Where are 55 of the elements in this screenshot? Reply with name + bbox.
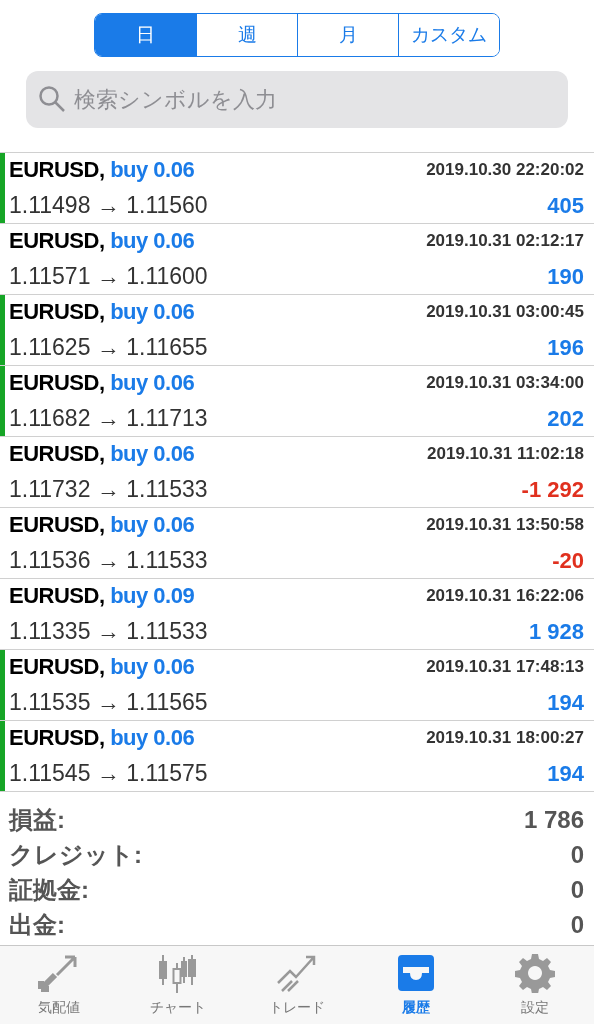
deal-time: 2019.10.31 13:50:58 — [426, 514, 584, 536]
deal-prices: 1.11535 → 1.11565 — [9, 688, 208, 718]
deal-profit: 194 — [547, 689, 584, 717]
deal-prices: 1.11335 → 1.11533 — [9, 617, 208, 647]
deal-profit: 194 — [547, 760, 584, 788]
deal-title: EURUSD, buy 0.06 — [9, 298, 195, 327]
deal-title: EURUSD, buy 0.06 — [9, 653, 195, 682]
deal-profit: 190 — [547, 263, 584, 291]
deal-prices: 1.11571 → 1.11600 — [9, 262, 208, 292]
deal-time: 2019.10.31 03:00:45 — [426, 301, 584, 323]
summary-label: 証拠金: — [9, 874, 89, 905]
period-tab[interactable]: カスタム — [398, 14, 499, 56]
deal-title: EURUSD, buy 0.06 — [9, 227, 195, 256]
summary-label: 損益: — [9, 804, 65, 835]
tab-bar-item[interactable]: チャート — [118, 946, 238, 1024]
deal-profit: 196 — [547, 334, 584, 362]
deal-title: EURUSD, buy 0.06 — [9, 511, 195, 540]
deal-title: EURUSD, buy 0.06 — [9, 369, 195, 398]
deal-time: 2019.10.31 03:34:00 — [426, 372, 584, 394]
summary-value: 1 786 — [523, 804, 584, 835]
deal-time: 2019.10.31 17:48:13 — [426, 656, 584, 678]
period-tab[interactable]: 日 — [95, 14, 196, 56]
deal-profit: 405 — [547, 192, 584, 220]
deal-prices: 1.11625 → 1.11655 — [9, 333, 208, 363]
deal-title: EURUSD, buy 0.06 — [9, 724, 195, 753]
search-icon — [38, 85, 66, 113]
tab-bar-item[interactable]: 気配値 — [0, 946, 119, 1024]
deal-prices: 1.11498 → 1.11560 — [9, 191, 208, 221]
deal-profit: 202 — [547, 405, 584, 433]
tab-bar-item[interactable]: 履歴 — [356, 946, 476, 1024]
settings-icon — [514, 952, 555, 993]
deal-time: 2019.10.31 16:22:06 — [426, 585, 584, 607]
deal-time: 2019.10.31 02:12:17 — [426, 230, 584, 252]
tab-bar-item[interactable]: 設定 — [475, 946, 594, 1024]
deal-profit: -1 292 — [521, 476, 584, 504]
deal-title: EURUSD, buy 0.06 — [9, 440, 195, 469]
deal-prices: 1.11545 → 1.11575 — [9, 759, 208, 789]
summary-label: 出金: — [9, 909, 65, 940]
inbox-tray-icon — [395, 952, 436, 993]
summary-value: 0 — [570, 909, 584, 940]
deal-title: EURUSD, buy 0.06 — [9, 156, 195, 185]
deal-time: 2019.10.31 18:00:27 — [426, 727, 584, 749]
tab-bar-item[interactable]: トレード — [237, 946, 357, 1024]
deal-prices: 1.11536 → 1.11533 — [9, 546, 208, 576]
search-field[interactable]: 検索シンボルを入力 — [26, 71, 568, 128]
deal-prices: 1.11732 → 1.11533 — [9, 475, 208, 505]
summary-label: クレジット: — [9, 839, 142, 870]
summary-value: 0 — [570, 874, 584, 905]
deal-profit: -20 — [552, 547, 584, 575]
deal-time: 2019.10.31 11:02:18 — [427, 443, 584, 465]
summary-value: 0 — [570, 839, 584, 870]
deal-prices: 1.11682 → 1.11713 — [9, 404, 208, 434]
deal-profit: 1 928 — [528, 618, 584, 646]
deal-time: 2019.10.30 22:20:02 — [426, 159, 584, 181]
deal-title: EURUSD, buy 0.09 — [9, 582, 195, 611]
